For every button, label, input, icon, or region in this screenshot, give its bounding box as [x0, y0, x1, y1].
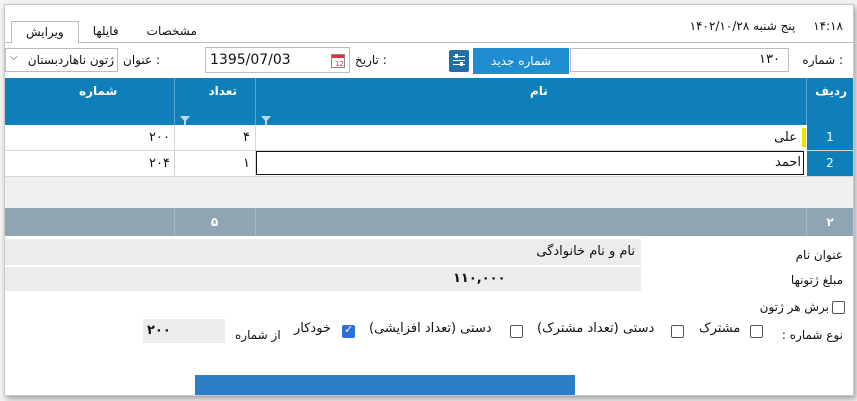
tab-properties[interactable]: مشخصات: [132, 21, 211, 43]
name-title-field[interactable]: نام و نام خانوادگی: [5, 239, 641, 265]
date-value: 1395/07/03: [210, 52, 291, 68]
from-number-field[interactable]: ۲۰۰: [143, 319, 225, 343]
cell-count[interactable]: ۱: [205, 151, 250, 176]
option-manual-incremental-checkbox[interactable]: [510, 325, 523, 338]
bottom-strip: [195, 375, 575, 395]
name-title-value: نام و نام خانوادگی: [536, 244, 635, 259]
datetime: ۱۴:۱۸ پنج شنبه ۱۴۰۲/۱۰/۲۸: [690, 19, 843, 33]
header-count[interactable]: تعداد: [174, 78, 255, 127]
grid-empty-area: [5, 177, 853, 208]
option-shared-label[interactable]: مشترک: [699, 321, 740, 336]
from-number-value: ۲۰۰: [147, 323, 171, 338]
table-row[interactable]: ۲۰۰ ۴ علی 1: [5, 125, 853, 151]
tab-edit[interactable]: ویرایش: [11, 21, 79, 44]
option-manual-shared-label[interactable]: دستی (تعداد مشترک): [537, 321, 654, 336]
date-label: تاریخ :: [355, 53, 387, 67]
option-shared-checkbox[interactable]: [750, 325, 763, 338]
current-date: پنج شنبه ۱۴۰۲/۱۰/۲۸: [689, 19, 796, 33]
cell-number[interactable]: ۲۰۴: [125, 151, 170, 176]
header-row-index[interactable]: ردیف: [807, 78, 853, 125]
option-auto-label[interactable]: خودکار: [294, 321, 331, 336]
cell-number[interactable]: ۲۰۰: [125, 125, 170, 150]
tab-bar: ویرایش فایلها مشخصات: [11, 21, 211, 44]
cell-name: احمد: [775, 155, 801, 170]
number-value: ۱۳۰: [759, 52, 780, 67]
grid-footer: ۲ ۵: [5, 208, 853, 236]
clock-time: ۱۴:۱۸: [813, 19, 843, 33]
filter-icon[interactable]: [261, 116, 271, 127]
footer-row-count: ۲: [826, 215, 834, 229]
number-label: شماره :: [802, 53, 843, 67]
row-index[interactable]: 1: [807, 125, 853, 150]
amount-label: مبلغ ژتونها: [790, 273, 843, 287]
option-auto-checkbox[interactable]: [342, 323, 355, 338]
row-marker: [802, 128, 806, 147]
table-row[interactable]: ۲۰۴ ۱ احمد 2: [5, 151, 853, 177]
calendar-icon[interactable]: 12: [331, 54, 345, 68]
chevron-down-icon[interactable]: ⌵: [10, 52, 18, 63]
header-number[interactable]: شماره: [5, 78, 174, 125]
header-name[interactable]: نام: [255, 78, 806, 127]
cut-each-label: برش هر ژتون: [759, 300, 829, 314]
settings-icon[interactable]: [449, 50, 469, 72]
option-manual-incremental-label[interactable]: دستی (تعداد افزایشی): [369, 321, 492, 336]
number-field[interactable]: ۱۳۰: [570, 48, 789, 72]
date-field[interactable]: 1395/07/03 12: [205, 47, 350, 73]
option-manual-shared-checkbox[interactable]: [671, 325, 684, 338]
filter-icon[interactable]: [180, 116, 190, 127]
name-title-label: عنوان نام: [795, 248, 843, 262]
window: ۱۴:۱۸ پنج شنبه ۱۴۰۲/۱۰/۲۸ ویرایش فایلها …: [4, 4, 854, 396]
row-index[interactable]: 2: [807, 151, 853, 176]
title-select[interactable]: ژتون ناهاردبستان ⌵: [5, 48, 118, 72]
cell-count[interactable]: ۴: [205, 125, 250, 150]
cell-name[interactable]: علی: [705, 125, 797, 150]
amount-field[interactable]: ۱۱۰,۰۰۰: [5, 267, 641, 291]
tab-files[interactable]: فایلها: [78, 21, 133, 43]
title-value: ژتون ناهاردبستان: [27, 53, 114, 67]
footer-count-total: ۵: [210, 215, 219, 229]
numbering-type-label: نوع شماره :: [781, 328, 843, 342]
cell-editor[interactable]: احمد: [256, 151, 804, 175]
cut-each-checkbox[interactable]: [832, 301, 845, 314]
grid-header: ردیف نام تعداد شماره: [5, 78, 853, 127]
amount-value: ۱۱۰,۰۰۰: [453, 271, 506, 286]
from-number-label: از شماره: [235, 328, 281, 342]
new-number-button[interactable]: شماره جدید: [473, 48, 569, 74]
title-label: عنوان :: [123, 53, 160, 67]
